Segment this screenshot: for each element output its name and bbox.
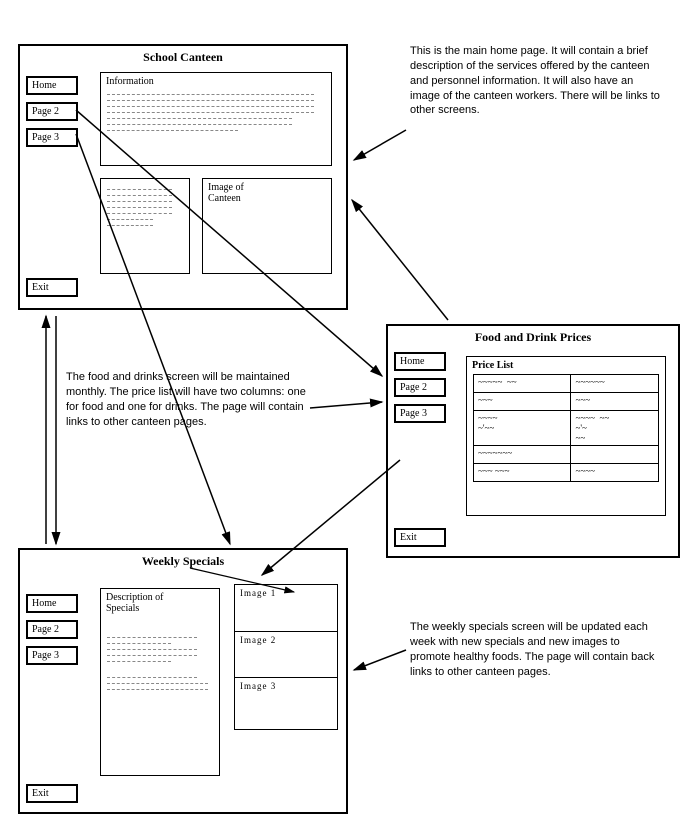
wireframe-prices: Food and Drink Prices Home Page 2 Page 3… — [386, 324, 680, 558]
specials-image-1: Image 1 — [235, 585, 337, 631]
specials-nav-page3[interactable]: Page 3 — [26, 646, 78, 665]
wireframe-specials-title: Weekly Specials — [20, 550, 346, 575]
home-nav-page3[interactable]: Page 3 — [26, 128, 78, 147]
home-secondary-text-panel — [100, 178, 190, 274]
specials-description-panel: Description of Specials — [100, 588, 220, 776]
specials-nav-exit[interactable]: Exit — [26, 784, 78, 803]
placeholder-text — [101, 179, 189, 231]
caption-prices: The food and drinks screen will be maint… — [66, 370, 306, 429]
home-nav-page2[interactable]: Page 2 — [26, 102, 78, 121]
specials-description-label: Description of Specials — [101, 589, 181, 617]
prices-nav-exit[interactable]: Exit — [394, 528, 446, 547]
table-row: ~~~ ~~~~~~~ — [474, 464, 659, 482]
home-image-label: Image of Canteen — [203, 179, 263, 207]
specials-image-2: Image 2 — [235, 631, 337, 677]
wireframe-home: School Canteen Home Page 2 Page 3 Exit I… — [18, 44, 348, 310]
table-row: ~~~~~ ~~~~~~~~ — [474, 375, 659, 393]
home-nav-home[interactable]: Home — [26, 76, 78, 95]
caption-specials: The weekly specials screen will be updat… — [410, 620, 660, 679]
specials-image-stack: Image 1 Image 2 Image 3 — [234, 584, 338, 730]
home-nav-exit[interactable]: Exit — [26, 278, 78, 297]
price-list-label: Price List — [467, 357, 665, 374]
placeholder-text — [101, 90, 331, 136]
specials-nav-page2[interactable]: Page 2 — [26, 620, 78, 639]
table-row: ~~~~~~~ — [474, 446, 659, 464]
wireframe-specials: Weekly Specials Home Page 2 Page 3 Exit … — [18, 548, 348, 814]
wireframe-prices-title: Food and Drink Prices — [388, 326, 678, 351]
table-row: ~~~~~'~~~~~~ ~~~'~~~ — [474, 411, 659, 446]
specials-image-3: Image 3 — [235, 677, 337, 723]
table-row: ~~~~~~ — [474, 393, 659, 411]
prices-nav-home[interactable]: Home — [394, 352, 446, 371]
placeholder-text — [101, 617, 219, 695]
prices-nav-page3[interactable]: Page 3 — [394, 404, 446, 423]
home-canteen-image-panel: Image of Canteen — [202, 178, 332, 274]
prices-nav-page2[interactable]: Page 2 — [394, 378, 446, 397]
price-table: ~~~~~ ~~~~~~~~ ~~~~~~ ~~~~~'~~~~~~ ~~~'~… — [473, 374, 659, 482]
specials-nav-home[interactable]: Home — [26, 594, 78, 613]
home-information-label: Information — [101, 73, 331, 90]
price-list-panel: Price List ~~~~~ ~~~~~~~~ ~~~~~~ ~~~~~'~… — [466, 356, 666, 516]
wireframe-home-title: School Canteen — [20, 46, 346, 71]
home-information-panel: Information — [100, 72, 332, 166]
caption-home: This is the main home page. It will cont… — [410, 44, 660, 118]
